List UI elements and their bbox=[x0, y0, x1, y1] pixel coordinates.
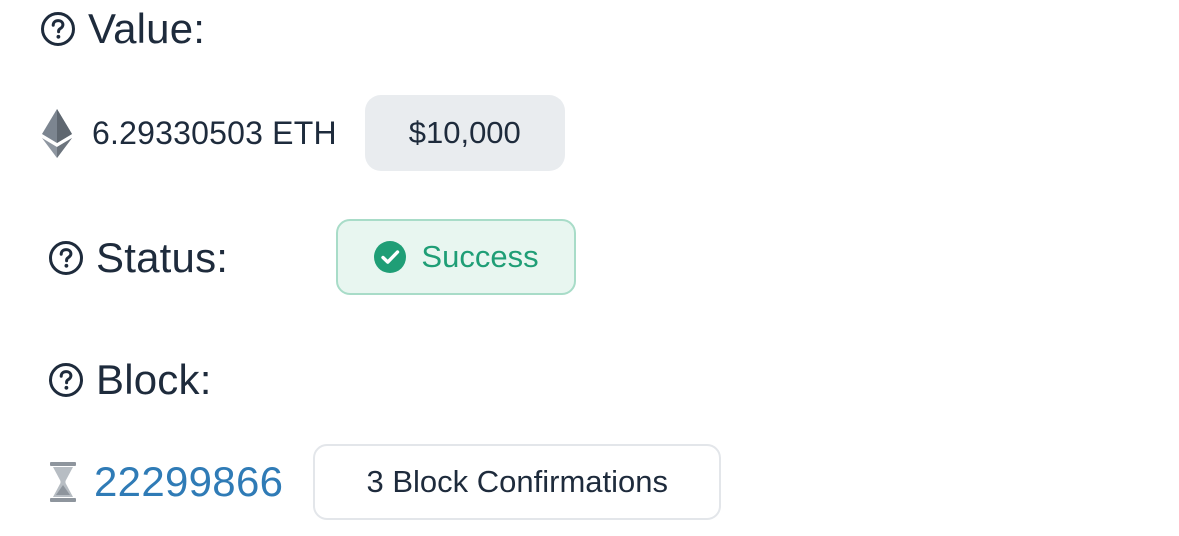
status-label: Status: bbox=[96, 234, 229, 281]
block-value-row: 22299866 3 Block Confirmations bbox=[48, 443, 722, 521]
block-confirmations-badge: 3 Block Confirmations bbox=[313, 444, 722, 520]
value-amount-row: 6.29330503 ETH $10,000 bbox=[40, 95, 565, 171]
hourglass-icon bbox=[48, 460, 78, 504]
status-badge: Success bbox=[336, 219, 576, 295]
block-label: Block: bbox=[96, 356, 212, 403]
status-label-row: Status: bbox=[48, 219, 228, 297]
question-circle-icon[interactable] bbox=[48, 362, 84, 398]
check-circle-icon bbox=[373, 240, 407, 274]
question-circle-icon[interactable] bbox=[48, 240, 84, 276]
usd-value-badge: $10,000 bbox=[364, 95, 565, 171]
value-label: Value: bbox=[88, 5, 206, 52]
eth-amount: 6.29330503 ETH bbox=[92, 114, 337, 151]
block-number-link[interactable]: 22299866 bbox=[94, 458, 283, 506]
ethereum-icon bbox=[40, 107, 74, 159]
status-text: Success bbox=[421, 239, 539, 274]
block-label-row: Block: bbox=[48, 355, 212, 405]
question-circle-icon[interactable] bbox=[40, 11, 76, 47]
value-label-row: Value: bbox=[40, 4, 205, 54]
